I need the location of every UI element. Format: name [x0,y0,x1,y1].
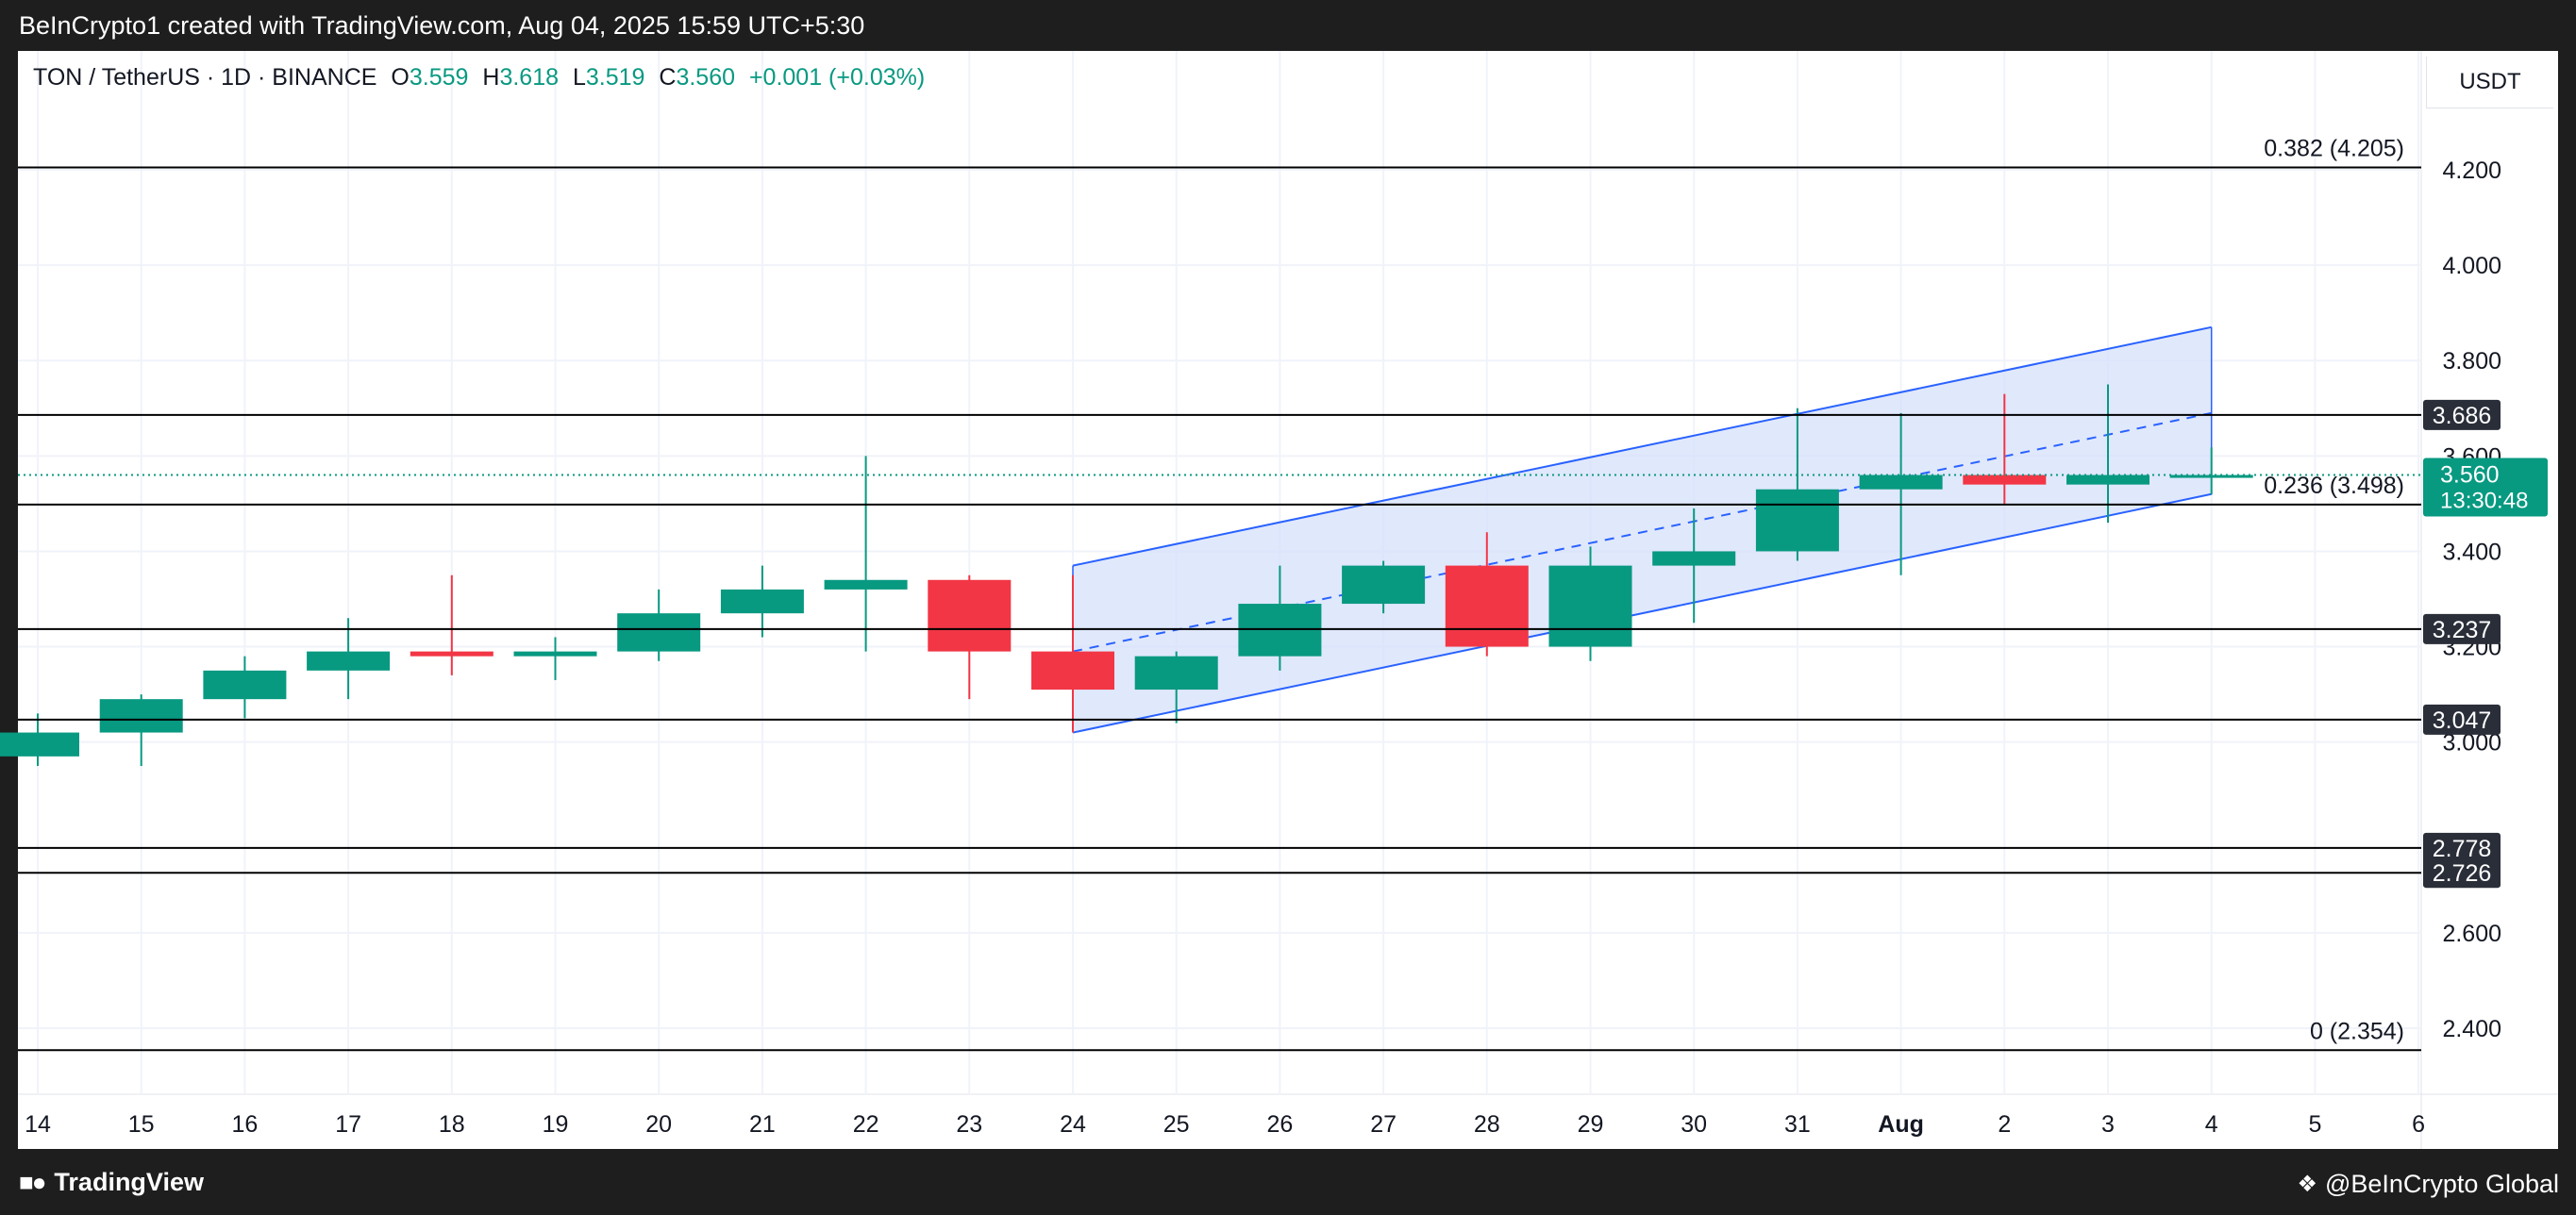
candle-body [1342,565,1426,605]
x-tick-label: 29 [1578,1111,1604,1138]
symbol-legend: TON / TetherUS · 1D · BINANCE O3.559 H3.… [33,64,925,92]
current-price-value: 3.560 [2440,462,2500,489]
level-price-badge-text: 3.686 [2433,403,2492,429]
y-tick-label: 3.800 [2442,348,2501,374]
close-label: C [659,64,677,91]
x-tick-label: 20 [645,1111,672,1138]
x-tick-label: 18 [439,1111,465,1138]
candle-body [1755,489,1839,552]
candle-body [1238,604,1322,657]
x-tick-label: 30 [1681,1111,1707,1138]
low-value: 3.519 [585,64,645,91]
x-tick-label: 4 [2205,1111,2218,1138]
candle-body [824,579,908,590]
x-tick-label: 16 [231,1111,258,1138]
level-price-badge-text: 3.237 [2433,617,2492,643]
candle-body [928,579,1012,652]
open-value: 3.559 [409,64,469,91]
level-price-badge-text: 2.726 [2433,860,2492,887]
low-label: L [572,64,586,91]
level-price-badge-text: 3.047 [2433,707,2492,734]
x-tick-label: 5 [2308,1111,2321,1138]
x-tick-label: 31 [1784,1111,1811,1138]
candle-body [1652,551,1736,566]
open-label: O [391,64,410,91]
candle-body [0,732,79,757]
footer: ■● TradingView ❖ @BeInCrypto Global [0,1149,2576,1215]
x-tick-label: 15 [128,1111,155,1138]
candle-body [1963,474,2047,485]
currency-selector[interactable]: USDT [2426,57,2553,108]
level-label: 0 (2.354) [2310,1018,2404,1044]
bar-countdown: 13:30:48 [2440,489,2528,514]
y-tick-label: 2.600 [2442,921,2501,947]
close-value: 3.560 [676,64,735,91]
high-value: 3.618 [499,64,559,91]
y-tick-label: 2.400 [2442,1016,2501,1042]
x-tick-label: 24 [1060,1111,1086,1138]
y-tick-label: 4.000 [2442,253,2501,279]
x-tick-label: 19 [543,1111,569,1138]
candle-body [720,589,804,614]
candle-body [203,670,287,700]
beincrypto-brand-label: @BeInCrypto Global [2324,1170,2559,1198]
level-label: 0.236 (3.498) [2264,473,2404,499]
candle-body [410,651,493,657]
x-tick-label: Aug [1878,1111,1924,1138]
tradingview-logo[interactable]: ■● TradingView [19,1168,204,1197]
symbol-name: TON / TetherUS · 1D · BINANCE [33,64,377,91]
x-tick-label: 14 [25,1111,51,1138]
candle-body [1859,474,1943,490]
x-tick-label: 6 [2412,1111,2425,1138]
x-tick-label: 17 [335,1111,361,1138]
candle-body [1445,565,1529,647]
candle-body [99,699,183,733]
candle-body [2066,474,2149,485]
high-label: H [482,64,500,91]
x-tick-label: 2 [1998,1111,2011,1138]
beincrypto-diamond-icon: ❖ [2297,1172,2317,1197]
y-tick-label: 3.400 [2442,539,2501,565]
x-tick-label: 21 [749,1111,776,1138]
price-chart[interactable]: 2.4002.6003.0003.2003.4003.6003.8004.000… [0,0,2576,1215]
beincrypto-brand: ❖ @BeInCrypto Global [2297,1170,2559,1199]
candle-body [513,651,597,657]
candle-body [307,651,391,671]
y-tick-label: 4.200 [2442,158,2501,184]
x-tick-label: 3 [2101,1111,2115,1138]
candle-body [1031,651,1114,691]
level-label: 0.382 (4.205) [2264,135,2404,161]
tradingview-logo-label: TradingView [54,1168,204,1196]
change-value: +0.001 (+0.03%) [748,64,926,91]
x-tick-label: 26 [1266,1111,1293,1138]
x-tick-label: 27 [1370,1111,1397,1138]
x-tick-label: 28 [1474,1111,1500,1138]
x-tick-label: 22 [853,1111,879,1138]
tradingview-logo-icon: ■● [19,1168,46,1196]
candle-body [617,613,701,652]
x-tick-label: 25 [1163,1111,1190,1138]
x-tick-label: 23 [956,1111,982,1138]
candle-body [1548,565,1632,647]
candle-body [1134,656,1218,691]
